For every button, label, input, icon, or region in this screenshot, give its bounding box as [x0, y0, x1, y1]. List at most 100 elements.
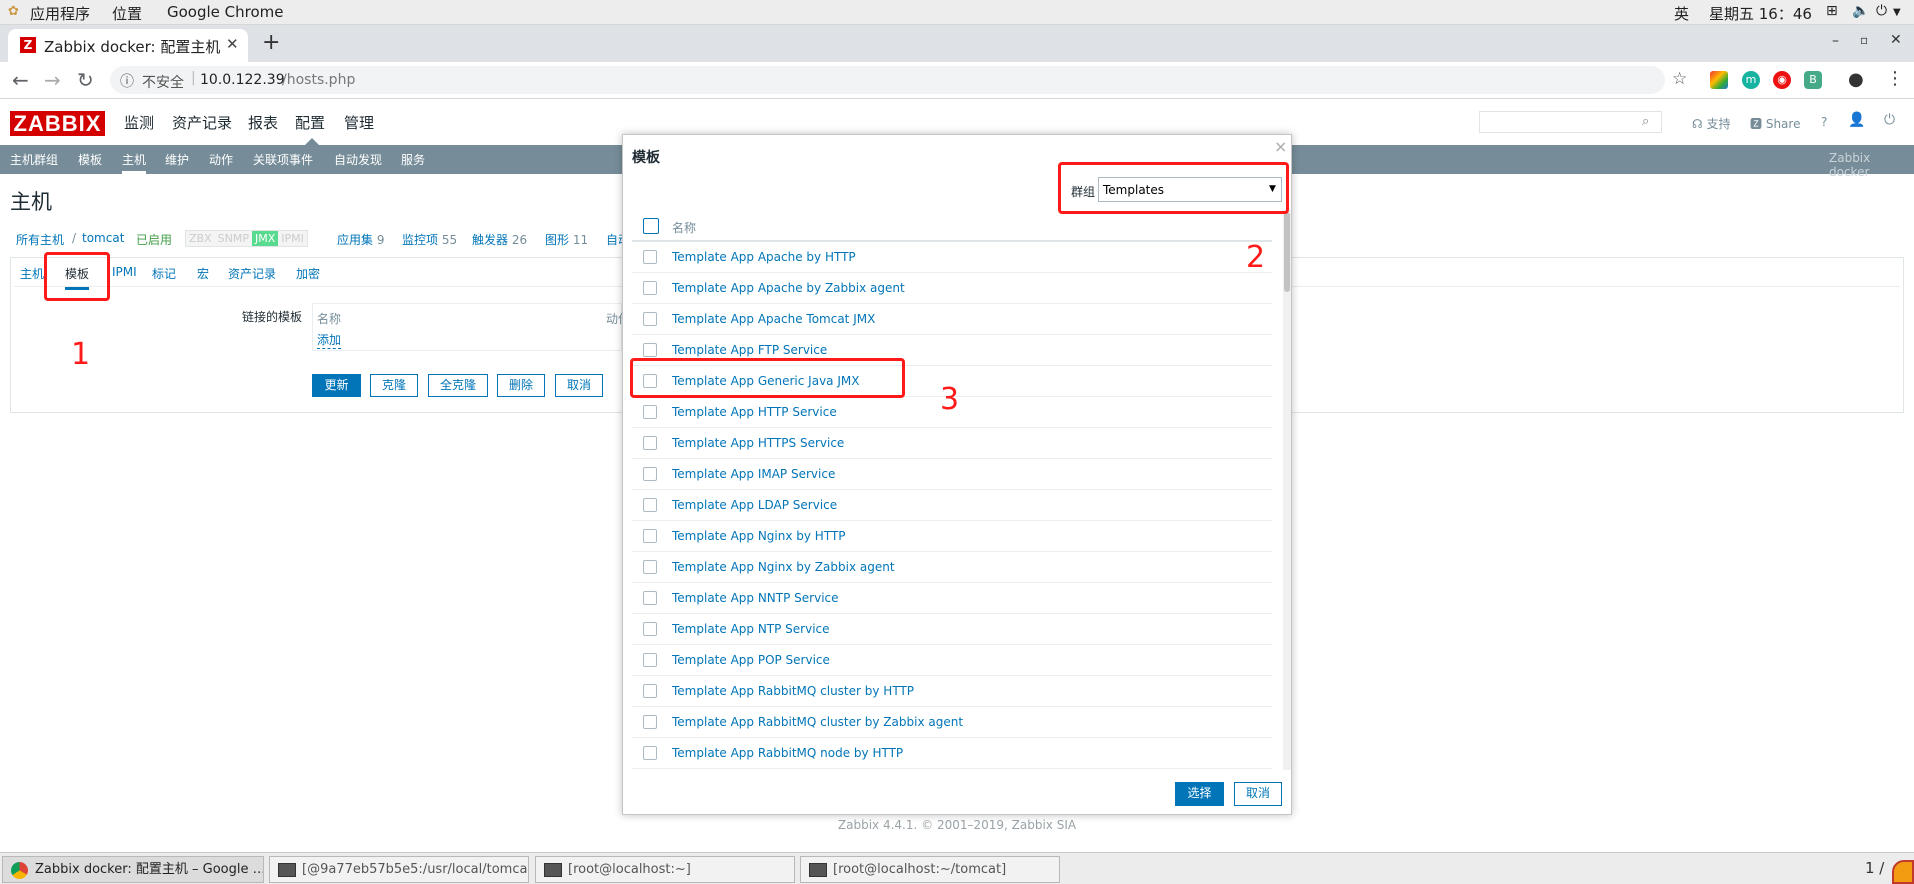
template-name-link[interactable]: Template App FTP Service [672, 343, 827, 357]
system-menu-arrow-icon[interactable]: ▼ [1893, 7, 1901, 18]
zabbix-logo[interactable]: ZABBIX [10, 111, 105, 136]
subnav-actions[interactable]: 动作 [209, 151, 233, 168]
reload-icon[interactable]: ↻ [77, 68, 94, 92]
stat-items[interactable]: 监控项 55 [402, 231, 457, 248]
template-name-link[interactable]: Template App RabbitMQ node by HTTP [672, 746, 903, 760]
dialog-cancel-button[interactable]: 取消 [1234, 782, 1282, 806]
stat-applications[interactable]: 应用集 9 [337, 231, 384, 248]
template-checkbox[interactable] [643, 250, 657, 264]
address-bar[interactable]: ⓘ 不安全 | 10.0.122.39 /hosts.php ☆ [110, 66, 1687, 94]
template-checkbox[interactable] [643, 622, 657, 636]
host-status[interactable]: 已启用 [136, 231, 172, 248]
extension-green-icon[interactable]: B [1804, 71, 1822, 89]
template-name-link[interactable]: Template App Nginx by HTTP [672, 529, 846, 543]
global-search-input[interactable]: ⌕ [1479, 111, 1662, 133]
cancel-button[interactable]: 取消 [555, 374, 603, 397]
extension-m-icon[interactable]: m [1742, 71, 1760, 89]
help-icon[interactable]: ? [1821, 115, 1827, 129]
info-icon[interactable]: ⓘ [120, 71, 134, 91]
applications-menu[interactable]: 应用程序 [30, 3, 90, 24]
input-method-indicator[interactable]: 英 [1674, 3, 1689, 24]
template-name-link[interactable]: Template App Apache Tomcat JMX [672, 312, 875, 326]
clock[interactable]: 星期五 16：46 [1709, 3, 1812, 24]
extension-red-icon[interactable]: ◉ [1773, 71, 1791, 89]
forward-icon[interactable]: → [44, 68, 61, 92]
template-checkbox[interactable] [643, 312, 657, 326]
update-button[interactable]: 更新 [312, 374, 361, 397]
select-all-checkbox[interactable] [643, 218, 659, 234]
places-menu[interactable]: 位置 [112, 3, 142, 24]
template-checkbox[interactable] [643, 436, 657, 450]
template-name-link[interactable]: Template App HTTP Service [672, 405, 837, 419]
subnav-maintenance[interactable]: 维护 [165, 151, 189, 168]
template-checkbox[interactable] [643, 529, 657, 543]
menu-monitoring[interactable]: 监测 [124, 112, 154, 133]
sign-out-icon[interactable]: ⏻ [1884, 112, 1895, 128]
template-name-link[interactable]: Template App IMAP Service [672, 467, 835, 481]
full-clone-button[interactable]: 全克隆 [428, 374, 488, 397]
template-checkbox[interactable] [643, 591, 657, 605]
search-icon[interactable]: ⌕ [1642, 114, 1649, 129]
back-icon[interactable]: ← [12, 68, 29, 92]
template-checkbox[interactable] [643, 653, 657, 667]
dialog-scrollbar[interactable] [1283, 210, 1291, 770]
subnav-event-correlation[interactable]: 关联项事件 [253, 151, 313, 168]
template-checkbox[interactable] [643, 684, 657, 698]
extension-1-icon[interactable] [1710, 71, 1728, 89]
tab-host[interactable]: 主机 [20, 265, 44, 282]
clone-button[interactable]: 克隆 [370, 374, 418, 397]
tab-tags[interactable]: 标记 [152, 265, 176, 282]
workspace-pager[interactable]: 1 / [1865, 859, 1884, 877]
template-name-link[interactable]: Template App LDAP Service [672, 498, 837, 512]
stat-triggers[interactable]: 触发器 26 [472, 231, 527, 248]
bookmark-star-icon[interactable]: ☆ [1672, 69, 1687, 89]
active-app-name[interactable]: Google Chrome [167, 3, 284, 21]
template-checkbox[interactable] [643, 405, 657, 419]
close-tab-icon[interactable]: ✕ [226, 35, 239, 53]
tab-inventory[interactable]: 资产记录 [228, 265, 276, 282]
subnav-templates[interactable]: 模板 [78, 151, 102, 168]
support-link[interactable]: ☊ 支持 [1692, 115, 1731, 132]
workspace-indicator-icon[interactable] [1892, 860, 1914, 884]
template-checkbox[interactable] [643, 467, 657, 481]
taskbar-item-terminal-1[interactable]: [@9a77eb57b5e5:/usr/local/tomca… [269, 856, 529, 883]
subnav-hosts[interactable]: 主机 [122, 151, 147, 174]
menu-configuration[interactable]: 配置 [295, 112, 325, 133]
taskbar-item-terminal-3[interactable]: [root@localhost:~/tomcat] [800, 856, 1060, 883]
template-checkbox[interactable] [643, 281, 657, 295]
template-name-link[interactable]: Template App Apache by HTTP [672, 250, 856, 264]
chrome-menu-icon[interactable]: ⋮ [1886, 68, 1904, 89]
network-icon[interactable]: ⊞ [1826, 3, 1838, 19]
template-checkbox[interactable] [643, 746, 657, 760]
menu-inventory[interactable]: 资产记录 [172, 112, 232, 133]
new-tab-icon[interactable]: + [262, 30, 280, 55]
template-name-link[interactable]: Template App NNTP Service [672, 591, 839, 605]
menu-reports[interactable]: 报表 [248, 112, 278, 133]
template-name-link[interactable]: Template App RabbitMQ cluster by Zabbix … [672, 715, 963, 729]
subnav-host-groups[interactable]: 主机群组 [10, 151, 58, 168]
template-name-link[interactable]: Template App NTP Service [672, 622, 830, 636]
delete-button[interactable]: 删除 [497, 374, 545, 397]
add-template-link[interactable]: 添加 [317, 331, 342, 349]
share-link[interactable]: 🆉 Share [1750, 115, 1800, 132]
template-checkbox[interactable] [643, 715, 657, 729]
subnav-discovery[interactable]: 自动发现 [334, 151, 382, 168]
menu-administration[interactable]: 管理 [344, 112, 374, 133]
stat-graphs[interactable]: 图形 11 [545, 231, 588, 248]
close-window-icon[interactable]: ✕ [1890, 32, 1902, 48]
template-name-link[interactable]: Template App POP Service [672, 653, 830, 667]
dialog-scrollbar-thumb[interactable] [1284, 212, 1290, 292]
power-icon[interactable]: ⏻ [1876, 3, 1887, 19]
template-name-link[interactable]: Template App Apache by Zabbix agent [672, 281, 905, 295]
template-checkbox[interactable] [643, 498, 657, 512]
breadcrumb-host[interactable]: tomcat [82, 231, 124, 245]
volume-icon[interactable]: 🔈 [1852, 3, 1869, 19]
template-name-link[interactable]: Template App HTTPS Service [672, 436, 844, 450]
minimize-window-icon[interactable]: – [1832, 33, 1839, 49]
breadcrumb-all-hosts[interactable]: 所有主机 [16, 231, 64, 248]
template-name-link[interactable]: Template App RabbitMQ cluster by HTTP [672, 684, 914, 698]
taskbar-item-chrome[interactable]: Zabbix docker: 配置主机 – Google … [2, 856, 264, 883]
template-checkbox[interactable] [643, 343, 657, 357]
taskbar-item-terminal-2[interactable]: [root@localhost:~] [535, 856, 795, 883]
tab-ipmi[interactable]: IPMI [112, 265, 137, 279]
